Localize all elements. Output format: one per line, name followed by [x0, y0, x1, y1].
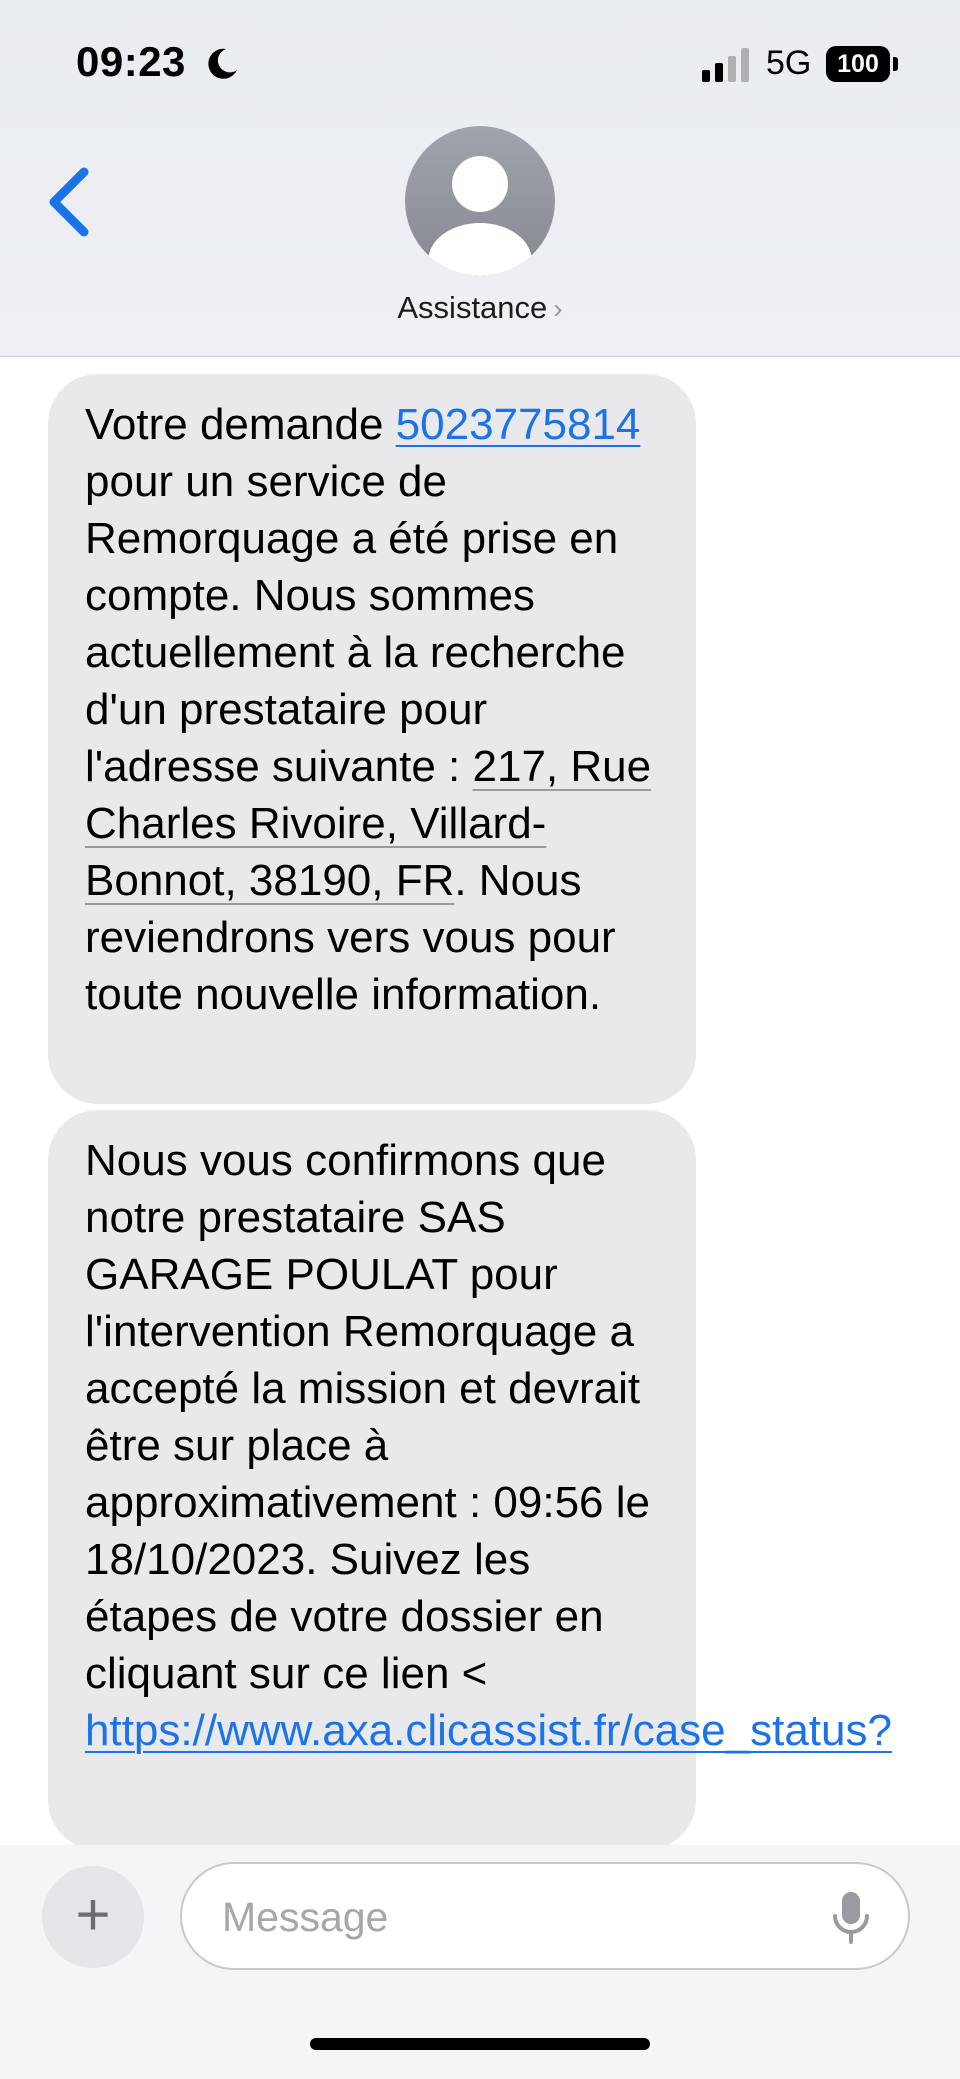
battery-level: 100: [826, 46, 890, 82]
tracking-link[interactable]: https://www.axa.clicassist.fr/case_statu…: [85, 1706, 892, 1755]
moon-icon: [208, 48, 237, 79]
message-bubble[interactable]: Nous vous confirmons que notre prestatai…: [48, 1110, 892, 1850]
conversation-header: 09:23 5G 100 Assistance ›: [0, 0, 960, 357]
contact-name[interactable]: Assistance ›: [0, 290, 960, 326]
message-bubble[interactable]: Votre demande 5023775814 pour un service…: [48, 374, 696, 1104]
case-number-link[interactable]: 5023775814: [396, 400, 641, 449]
message-text: Nous vous confirmons que notre prestatai…: [85, 1136, 650, 1698]
chevron-right-icon: ›: [553, 293, 563, 324]
contact-avatar-icon[interactable]: [405, 126, 555, 276]
signal-icon: [702, 48, 749, 82]
message-text: pour un service de Remorquage a été pris…: [85, 457, 626, 791]
back-chevron-icon[interactable]: [44, 164, 100, 240]
battery-icon: 100: [826, 46, 898, 84]
battery-tip: [893, 57, 898, 71]
network-type: 5G: [766, 44, 812, 82]
plus-button[interactable]: +: [42, 1866, 144, 1968]
message-field[interactable]: [180, 1862, 910, 1970]
message-text: Votre demande: [85, 400, 396, 449]
contact-name-label: Assistance: [397, 290, 548, 325]
plus-icon: +: [75, 1881, 111, 1948]
status-time: 09:23: [76, 38, 186, 85]
microphone-icon[interactable]: [830, 1890, 872, 1946]
home-indicator[interactable]: [310, 2038, 650, 2050]
message-input[interactable]: [220, 1864, 784, 1970]
